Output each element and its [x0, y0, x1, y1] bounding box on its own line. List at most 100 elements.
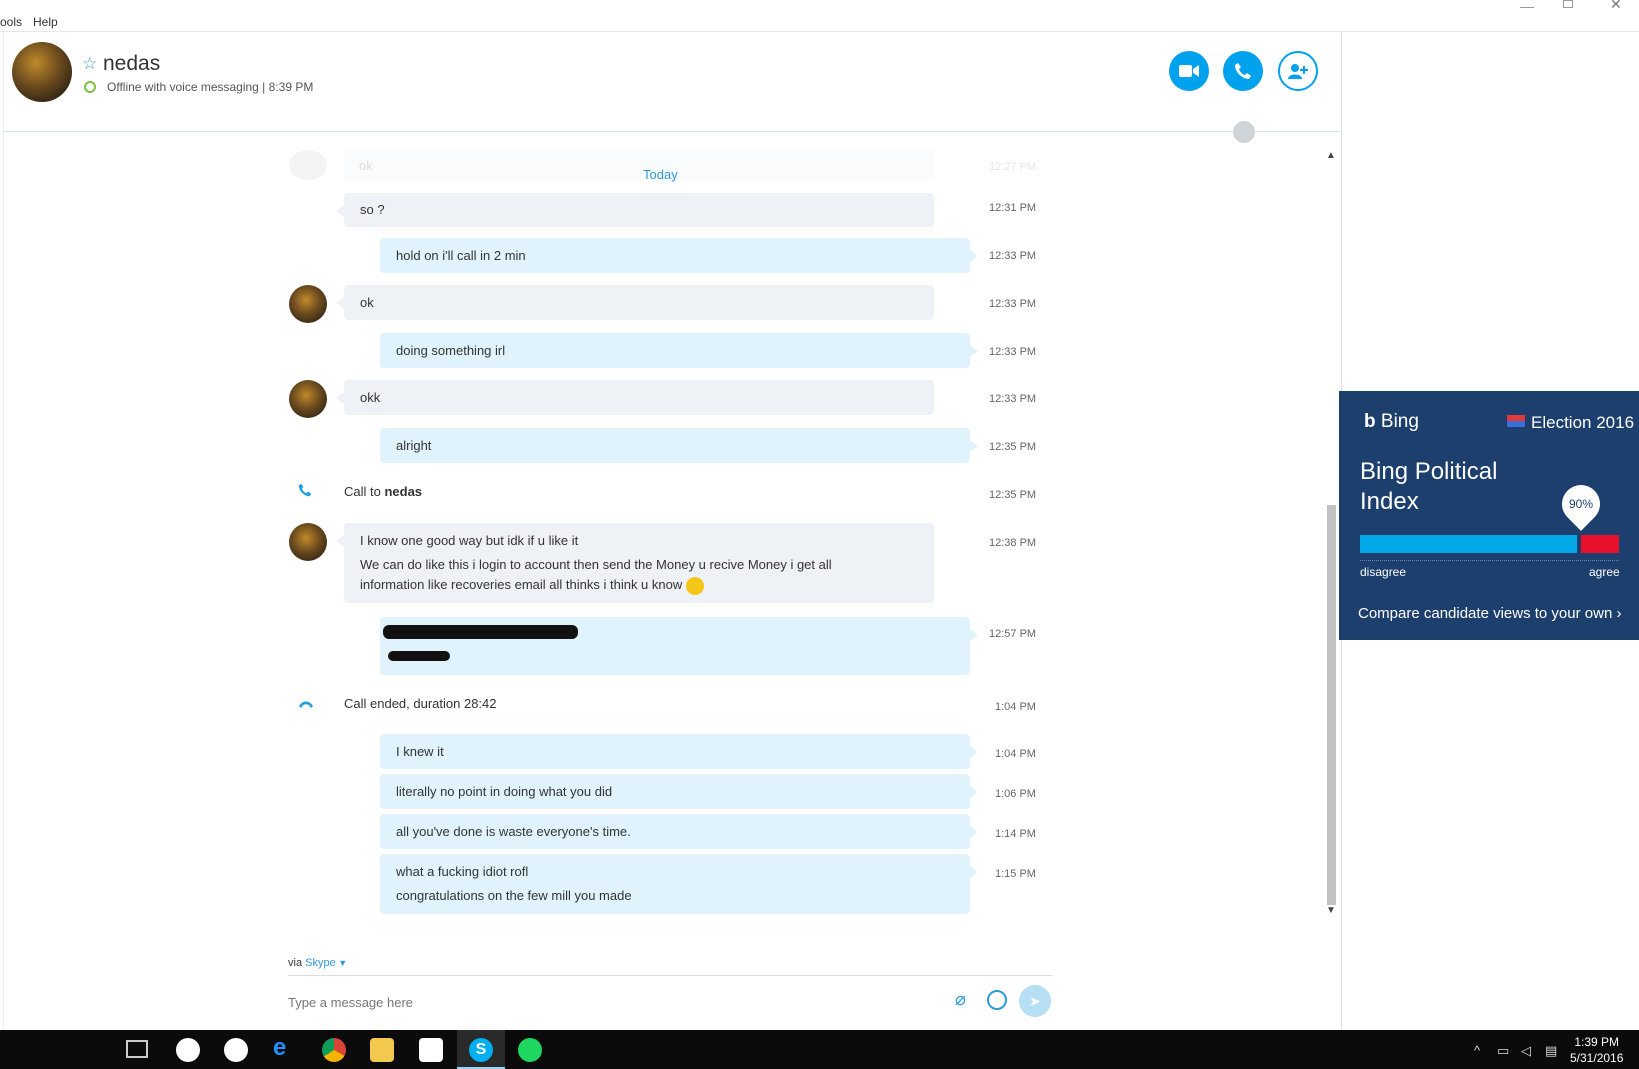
message-timestamp: 12:35 PM	[989, 489, 1037, 501]
phone-icon	[298, 483, 312, 497]
call-event-contact: nedas	[384, 484, 423, 499]
via-skype: via Skype ▼	[288, 957, 347, 969]
incoming-message[interactable]: I know one good way but idk if u like it…	[336, 523, 934, 603]
favorite-star-icon[interactable]: ☆	[82, 54, 97, 74]
windows-taskbar: e S	[0, 1030, 1639, 1069]
via-label: via	[288, 957, 306, 969]
chevron-up-icon[interactable]: ^	[1474, 1043, 1480, 1058]
faded-message	[344, 150, 934, 180]
call-ended-icon	[299, 701, 313, 708]
network-icon[interactable]: ▭	[1497, 1043, 1509, 1059]
clock-time: 1:39 PM	[1574, 1035, 1620, 1049]
outgoing-message[interactable]: hold on i'll call in 2 min	[380, 238, 978, 273]
message-text: okk	[360, 390, 381, 405]
skype-taskbar-button[interactable]: S	[457, 1030, 505, 1069]
message-timestamp: 12:38 PM	[989, 537, 1037, 549]
outgoing-message-redacted[interactable]	[380, 617, 978, 675]
contact-avatar-small[interactable]	[289, 380, 327, 418]
message-timestamp: 12:57 PM	[989, 628, 1037, 640]
video-camera-icon	[1179, 65, 1199, 77]
message-text: literally no point in doing what you did	[396, 784, 613, 799]
via-skype-link[interactable]: Skype	[305, 957, 336, 969]
close-icon[interactable]: ✕	[1610, 0, 1622, 13]
contact-avatar[interactable]	[12, 42, 72, 102]
video-call-button[interactable]	[1169, 51, 1209, 91]
menu-tools[interactable]: ools	[0, 15, 22, 29]
scroll-up-icon[interactable]: ▲	[1326, 150, 1336, 161]
day-separator: Today	[643, 167, 678, 182]
disagree-bar	[1360, 535, 1577, 553]
dotted-divider	[1360, 560, 1619, 561]
phone-icon	[1235, 63, 1251, 79]
faded-timestamp: 12:27 PM	[989, 161, 1037, 173]
contact-avatar-small[interactable]	[289, 523, 327, 561]
outgoing-message[interactable]: all you've done is waste everyone's time…	[380, 814, 978, 849]
message-text: doing something irl	[396, 343, 506, 358]
message-text: We can do like this i login to account t…	[360, 557, 832, 592]
agree-bar	[1581, 535, 1619, 553]
emoticon-icon[interactable]	[987, 990, 1007, 1010]
incoming-message[interactable]: okk	[336, 380, 934, 415]
outgoing-message[interactable]: doing something irl	[380, 333, 978, 368]
disagree-label: disagree	[1360, 565, 1407, 579]
edge-icon[interactable]: e	[273, 1034, 297, 1061]
restore-icon[interactable]	[1563, 0, 1573, 8]
faded-avatar	[289, 150, 327, 180]
spotify-icon[interactable]	[518, 1038, 542, 1062]
add-people-button[interactable]	[1278, 51, 1318, 91]
app-icon-2[interactable]	[224, 1038, 248, 1062]
paperclip-icon[interactable]: ⌀	[955, 989, 966, 1010]
outgoing-message[interactable]: alright	[380, 428, 978, 463]
outgoing-message[interactable]: I knew it	[380, 734, 978, 769]
faded-message-text: ok	[359, 158, 373, 173]
bing-political-ad[interactable]: b Bing Election 2016 Bing Political Index…	[1339, 391, 1639, 640]
store-icon[interactable]	[419, 1038, 443, 1062]
notifications-icon[interactable]: ▤	[1545, 1043, 1557, 1059]
outgoing-message[interactable]: literally no point in doing what you did	[380, 774, 978, 809]
minimize-icon[interactable]	[1520, 0, 1534, 8]
message-text: so ?	[360, 202, 385, 217]
composer-divider	[288, 975, 1053, 976]
chrome-icon[interactable]	[322, 1038, 346, 1062]
compare-link[interactable]: Compare candidate views to your own ›	[1358, 605, 1621, 622]
translator-globe-icon[interactable]	[1233, 121, 1255, 143]
ad-title-line: Index	[1360, 488, 1419, 515]
incoming-message[interactable]: so ?	[336, 193, 934, 227]
message-text: hold on i'll call in 2 min	[396, 248, 526, 263]
system-clock[interactable]: 1:39 PM 5/31/2016	[1570, 1034, 1623, 1066]
voice-call-button[interactable]	[1223, 51, 1263, 91]
percent-label: 90%	[1568, 497, 1594, 511]
outgoing-message[interactable]: what a fucking idiot rofl congratulation…	[380, 854, 978, 914]
redaction-mark	[388, 651, 450, 661]
incoming-message[interactable]: ok	[336, 285, 934, 320]
scroll-down-icon[interactable]: ▼	[1326, 905, 1336, 916]
message-input[interactable]: Type a message here	[288, 995, 413, 1010]
message-timestamp: 1:04 PM	[995, 701, 1036, 713]
task-view-icon[interactable]	[126, 1040, 148, 1058]
call-event-text: Call to	[344, 484, 385, 499]
message-timestamp: 12:31 PM	[989, 202, 1037, 214]
send-button[interactable]: ➤	[1019, 985, 1051, 1017]
bing-brand: Bing	[1380, 411, 1419, 432]
scroll-thumb[interactable]	[1327, 505, 1336, 905]
menu-help[interactable]: Help	[33, 15, 58, 29]
message-timestamp: 12:33 PM	[989, 250, 1037, 262]
status-offline-icon	[84, 81, 96, 93]
skype-icon: S	[469, 1038, 493, 1062]
agree-label: agree	[1589, 565, 1620, 579]
chevron-down-icon[interactable]: ▼	[336, 958, 347, 968]
contact-avatar-small[interactable]	[289, 285, 327, 323]
message-timestamp: 1:14 PM	[995, 828, 1036, 840]
message-text: what a fucking idiot rofl	[396, 864, 529, 879]
bing-b-icon: b	[1364, 411, 1376, 432]
message-timestamp: 1:06 PM	[995, 788, 1036, 800]
volume-icon[interactable]: ◁	[1521, 1043, 1531, 1059]
app-icon[interactable]	[176, 1038, 200, 1062]
message-timestamp: 12:35 PM	[989, 441, 1037, 453]
contact-name[interactable]: nedas	[103, 52, 160, 76]
file-explorer-icon[interactable]	[370, 1038, 394, 1062]
clock-date: 5/31/2016	[1570, 1051, 1624, 1065]
conversation-scrollbar[interactable]: ▲ ▼	[1324, 150, 1338, 920]
message-text: I know one good way but idk if u like it	[360, 533, 579, 548]
message-text: ok	[360, 295, 374, 310]
